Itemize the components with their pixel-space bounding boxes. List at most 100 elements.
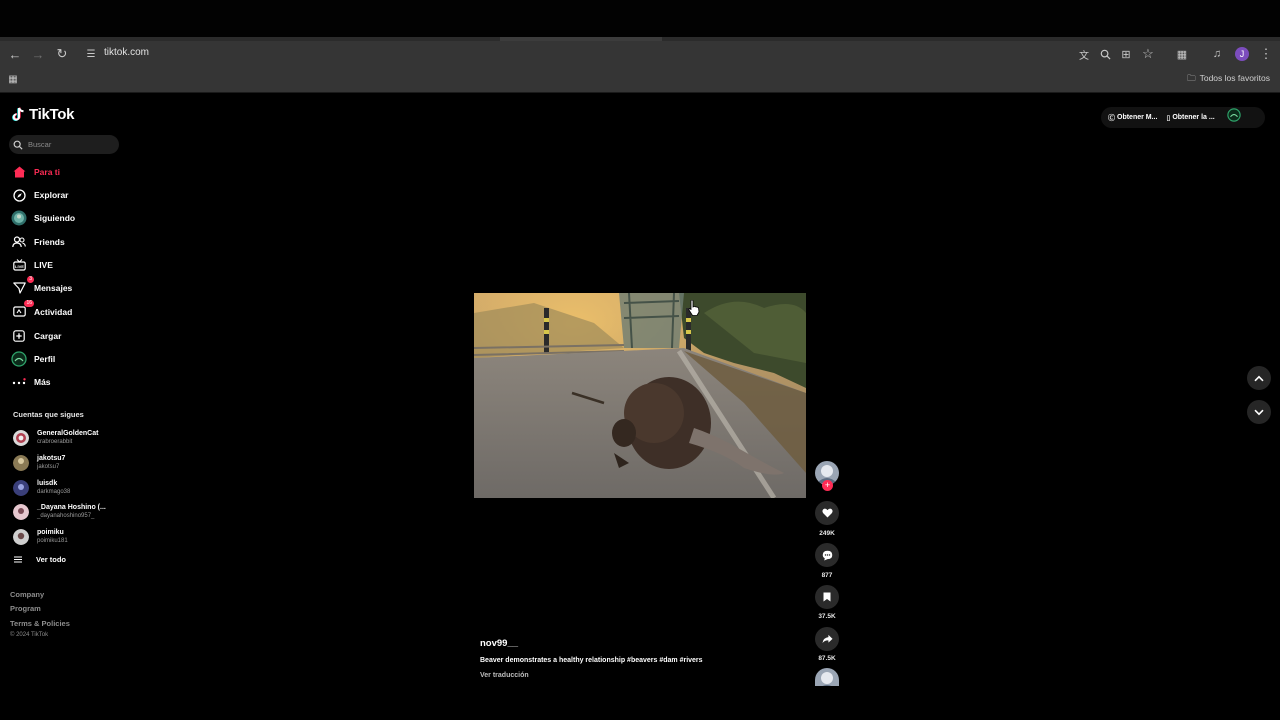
next-video-button[interactable] — [1247, 400, 1271, 424]
nav-label: Actividad — [34, 307, 73, 317]
phone-icon: ▯ — [1166, 114, 1171, 122]
messages-badge: 3 — [27, 276, 34, 283]
following-account[interactable]: GeneralGoldenCat crabroerabbit — [13, 428, 98, 448]
list-icon — [14, 556, 22, 563]
profile-icon — [10, 350, 28, 368]
activity-badge: 16 — [24, 300, 34, 307]
comment-count: 877 — [821, 572, 833, 579]
following-account[interactable]: jakotsu7 jakotsu7 — [13, 453, 65, 473]
following-section-title: Cuentas que sigues — [13, 410, 84, 419]
music-disc-avatar[interactable] — [815, 668, 839, 686]
follow-creator-button[interactable]: + — [822, 480, 833, 491]
nav-item-para-ti[interactable]: Para ti — [10, 163, 60, 181]
upload-icon — [10, 327, 28, 345]
profile-avatar[interactable]: J — [1235, 47, 1249, 61]
see-translation-button[interactable]: Ver traducción — [480, 672, 529, 679]
nav-label: LIVE — [34, 260, 53, 270]
nav-item-siguiendo[interactable]: Siguiendo — [10, 209, 75, 227]
compass-icon — [10, 186, 28, 204]
avatar — [13, 504, 29, 520]
chevron-up-icon — [1254, 375, 1264, 381]
browser-menu-icon[interactable]: ⋮ — [1257, 45, 1275, 63]
following-avatar-icon — [10, 209, 28, 227]
activity-icon: 16 — [10, 300, 34, 321]
save-count: 37.5K — [818, 613, 836, 620]
account-username: darkmago38 — [37, 489, 71, 495]
mouse-cursor-icon — [688, 300, 700, 316]
install-app-icon[interactable]: ⊞ — [1117, 45, 1135, 63]
nav-item-explorar[interactable]: Explorar — [10, 186, 69, 204]
nav-item-cargar[interactable]: Cargar — [10, 327, 61, 345]
account-username: jakotsu7 — [37, 464, 60, 470]
like-button[interactable] — [815, 501, 839, 525]
apps-grid-icon[interactable]: ▦ — [4, 70, 22, 88]
media-control-icon[interactable]: ♫ — [1208, 45, 1226, 63]
search-input[interactable] — [26, 139, 118, 150]
more-icon — [10, 373, 28, 391]
following-account[interactable]: _Dayana Hoshino (... _dayanahoshino957_ — [13, 502, 106, 522]
account-name: poimiku — [37, 529, 64, 536]
following-account[interactable]: poimiku poimiku181 — [13, 527, 68, 547]
account-name: luisdk — [37, 480, 58, 487]
all-bookmarks-button[interactable]: 🗀 Todos los favoritos — [1187, 73, 1270, 87]
share-button[interactable] — [815, 627, 839, 651]
nav-label: Friends — [34, 237, 65, 247]
previous-video-button[interactable] — [1247, 366, 1271, 390]
comment-button[interactable] — [815, 543, 839, 567]
zoom-icon[interactable] — [1096, 45, 1114, 63]
avatar — [13, 529, 29, 545]
share-count: 87.5K — [818, 655, 836, 662]
coin-icon: Ⓒ — [1108, 114, 1115, 122]
copyright: © 2024 TikTok — [10, 632, 49, 638]
nav-label: Siguiendo — [34, 213, 76, 223]
video-author[interactable]: nov99__ — [480, 638, 518, 649]
avatar — [1227, 108, 1241, 122]
site-settings-icon[interactable]: ☰ — [82, 45, 100, 63]
nav-item-perfil[interactable]: Perfil — [10, 350, 55, 368]
like-count: 249K — [819, 530, 835, 537]
messages-icon: 3 — [10, 276, 34, 297]
chevron-down-icon — [1254, 409, 1264, 415]
back-icon[interactable]: ← — [6, 45, 24, 63]
nav-label: Mensajes — [34, 283, 73, 293]
nav-label: Para ti — [34, 167, 60, 177]
video-player[interactable] — [474, 293, 806, 498]
avatar — [815, 668, 839, 686]
avatar — [13, 480, 29, 496]
forward-icon[interactable]: → — [29, 45, 47, 63]
get-app-button[interactable]: ▯ Obtener la ... — [1166, 114, 1214, 122]
account-name: GeneralGoldenCat — [37, 430, 99, 437]
nav-item-live[interactable]: LIVE LIVE — [10, 256, 53, 274]
user-avatar-button[interactable] — [1227, 108, 1241, 127]
bookmark-star-icon[interactable]: ☆ — [1139, 45, 1157, 63]
extensions-icon[interactable]: ▦ — [1173, 45, 1191, 63]
translate-icon[interactable]: 文 — [1075, 45, 1093, 63]
see-all-following-button[interactable]: Ver todo — [14, 555, 66, 564]
footer-link-program[interactable]: Program — [10, 604, 41, 613]
footer-link-terms[interactable]: Terms & Policies — [10, 619, 70, 628]
reload-icon[interactable]: ↻ — [53, 45, 71, 63]
nav-item-mensajes[interactable]: 3 Mensajes — [10, 276, 73, 297]
tiktok-logo[interactable]: TikTok — [12, 106, 74, 123]
friends-icon — [10, 233, 28, 251]
nav-item-friends[interactable]: Friends — [10, 233, 65, 251]
avatar — [13, 430, 29, 446]
heart-icon — [821, 508, 833, 518]
save-button[interactable] — [815, 585, 839, 609]
folder-icon: 🗀 — [1187, 73, 1196, 83]
share-icon — [821, 634, 833, 643]
nav-item-mas[interactable]: Más — [10, 373, 51, 391]
svg-text:LIVE: LIVE — [15, 264, 24, 269]
following-account[interactable]: luisdk darkmago38 — [13, 478, 70, 498]
avatar — [13, 455, 29, 471]
nav-item-actividad[interactable]: 16 Actividad — [10, 300, 73, 321]
home-icon — [10, 163, 28, 181]
footer-link-company[interactable]: Company — [10, 590, 44, 599]
search-box[interactable] — [9, 135, 119, 154]
nav-label: Cargar — [34, 331, 62, 341]
nav-label: Más — [34, 377, 51, 387]
window-titlebar — [0, 0, 1280, 37]
get-coins-button[interactable]: Ⓒ Obtener M... — [1108, 113, 1157, 123]
address-bar[interactable]: tiktok.com — [104, 47, 149, 58]
account-username: crabroerabbit — [37, 439, 73, 445]
